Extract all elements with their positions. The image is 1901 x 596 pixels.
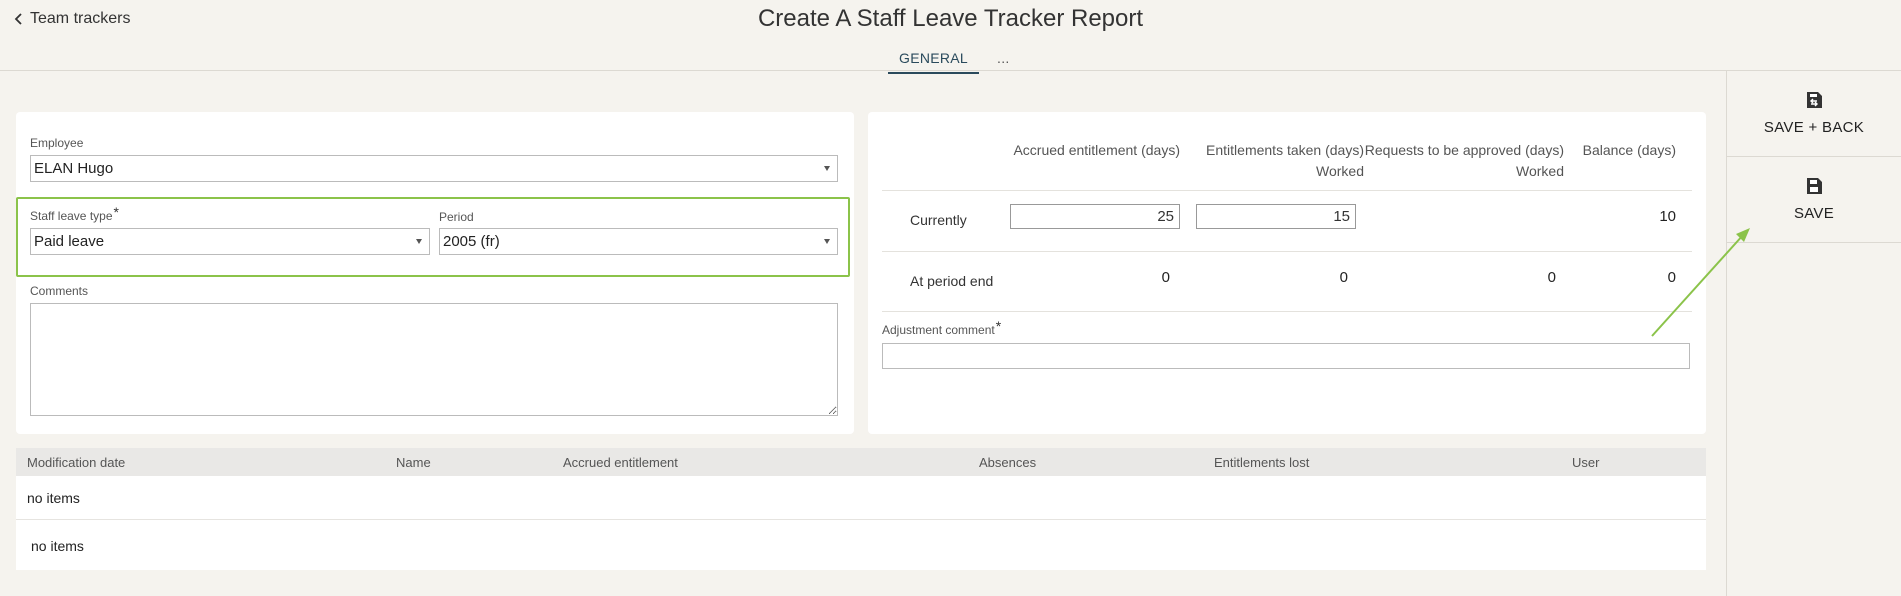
column-header-requests-title: Requests to be approved (days): [1364, 142, 1564, 158]
entitlements-card: Accrued entitlement (days) Entitlements …: [868, 112, 1706, 434]
column-header: Accrued entitlement: [563, 455, 678, 470]
save-back-button[interactable]: SAVE + BACK: [1727, 71, 1901, 157]
adjustment-comment-input[interactable]: [882, 343, 1690, 369]
column-header-requests-sub: Worked: [1516, 163, 1564, 179]
empty-row-text: no items: [27, 490, 80, 506]
page-title: Create A Staff Leave Tracker Report: [757, 5, 1144, 32]
divider: [882, 190, 1692, 191]
tab-more[interactable]: ...: [997, 48, 1010, 74]
tab-general[interactable]: GENERAL: [888, 48, 980, 74]
requests-period-end-value: 0: [1547, 269, 1556, 286]
page-header: Team trackers Create A Staff Leave Track…: [0, 0, 1901, 74]
save-back-icon: [1807, 92, 1822, 108]
divider: [882, 251, 1692, 252]
table-row: no items: [16, 476, 1706, 520]
column-header-requests: Requests to be approved (days) Worked: [1358, 140, 1564, 182]
balance-period-end-value: 0: [1667, 269, 1676, 286]
history-table: Modification date Name Accrued entitleme…: [16, 448, 1706, 570]
save-icon: [1807, 178, 1822, 194]
column-header-taken-sub: Worked: [1316, 163, 1364, 179]
taken-current-input[interactable]: 15: [1196, 204, 1356, 229]
table-row: no items: [16, 520, 1706, 570]
accrued-period-end-value: 0: [1161, 269, 1170, 286]
save-button[interactable]: SAVE: [1727, 157, 1901, 243]
column-header: Modification date: [27, 455, 126, 470]
action-panel: SAVE + BACK SAVE: [1726, 71, 1901, 596]
accrued-current-input[interactable]: 25: [1010, 204, 1180, 229]
column-header-balance: Balance (days): [1568, 140, 1676, 161]
column-header: User: [1572, 455, 1600, 470]
tab-bar: GENERAL ...: [888, 48, 1010, 74]
column-header: Absences: [979, 455, 1037, 470]
taken-period-end-value: 0: [1339, 269, 1348, 286]
adjustment-comment-label: Adjustment comment: [882, 323, 995, 337]
leave-type-period-highlight: [16, 197, 850, 277]
chevron-down-icon: [824, 166, 830, 171]
column-header-taken-title: Entitlements taken (days): [1206, 142, 1364, 158]
adjustment-comment-label-wrap: Adjustment comment*: [882, 318, 1001, 339]
employee-select[interactable]: ELAN Hugo: [30, 155, 838, 182]
column-header-taken: Entitlements taken (days) Worked: [1168, 140, 1364, 182]
row-label-period-end: At period end: [910, 273, 994, 289]
column-header: Entitlements lost: [1214, 455, 1310, 470]
column-header-accrued: Accrued entitlement (days): [980, 140, 1180, 161]
save-back-label: SAVE + BACK: [1763, 119, 1865, 136]
required-marker: *: [995, 318, 1002, 334]
divider: [882, 311, 1692, 312]
save-label: SAVE: [1793, 205, 1835, 222]
column-header-accrued-title: Accrued entitlement (days): [1013, 142, 1180, 158]
empty-row-text: no items: [31, 538, 84, 554]
comments-label: Comments: [30, 284, 89, 298]
comments-textarea[interactable]: [30, 303, 838, 416]
row-label-currently: Currently: [910, 212, 967, 228]
employee-value: ELAN Hugo: [34, 160, 114, 177]
balance-current-value: 10: [1659, 208, 1676, 225]
employee-label: Employee: [30, 136, 84, 150]
column-header-balance-title: Balance (days): [1582, 142, 1676, 158]
table-header: Modification date Name Accrued entitleme…: [16, 448, 1706, 476]
column-header: Name: [396, 455, 431, 470]
